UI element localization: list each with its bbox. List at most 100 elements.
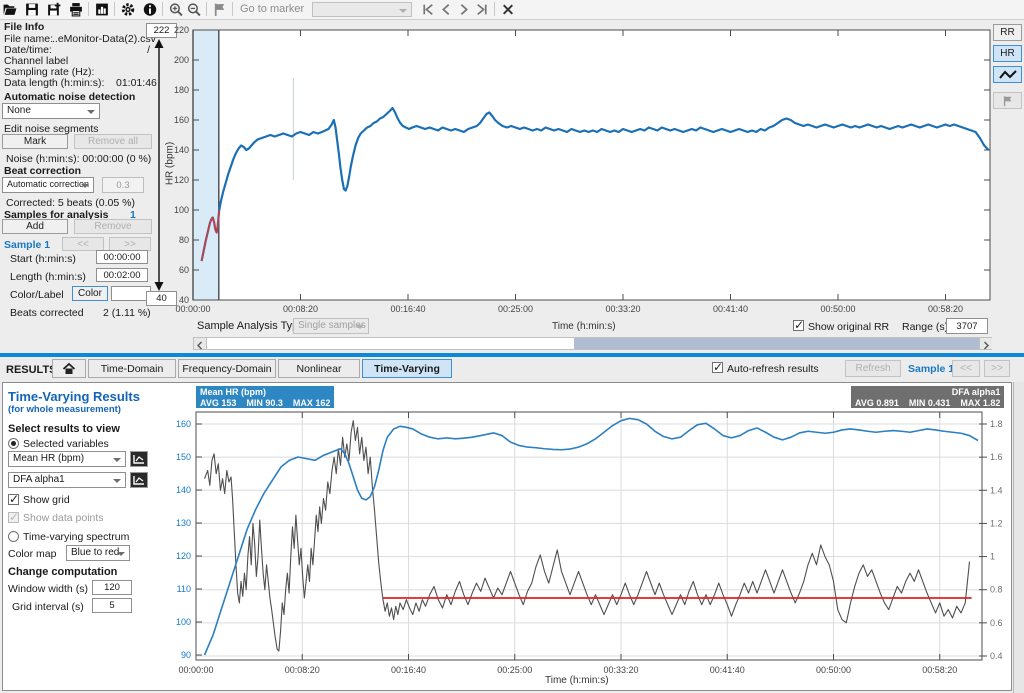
svg-text:00:41:40: 00:41:40 [713,304,748,314]
svg-text:0.8: 0.8 [990,585,1003,595]
show-data-points-checkbox[interactable] [8,512,19,523]
variable1-axes-button[interactable] [130,451,148,467]
show-original-rr-checkbox[interactable] [793,320,804,331]
toolbar-separator [206,2,207,16]
beat-correction-dropdown[interactable]: Automatic correction [2,177,94,193]
corrected-info: Corrected: 5 beats (0.05 %) [6,198,135,209]
scrollbar-thumb[interactable] [574,338,979,349]
remove-all-button-label: Remove all [88,136,138,147]
auto-refresh-checkbox[interactable] [712,362,723,373]
prev-sample-label: << [77,239,89,250]
tab-time-domain[interactable]: Time-Domain [88,359,176,378]
variable2-dropdown[interactable]: DFA alpha1 [8,472,126,488]
save-icon[interactable] [24,2,40,17]
trend-view-button[interactable] [993,66,1022,83]
results-sample-name: Sample 1 [908,364,954,375]
nav-last-marker-icon[interactable] [474,2,490,17]
variable1-dropdown[interactable]: Mean HR (bpm) [8,451,126,467]
axes-icon [133,475,145,485]
color-map-dropdown[interactable]: Blue to red [66,545,130,561]
show-original-rr-label: Show original RR [808,322,889,333]
show-grid-checkbox[interactable] [8,494,19,505]
svg-text:0.4: 0.4 [990,651,1003,661]
marker-flag-icon[interactable] [212,2,228,17]
svg-text:120: 120 [176,551,191,561]
tab-frequency-domain[interactable]: Frequency-Domain [178,359,276,378]
rr-button-label: RR [1000,27,1014,38]
kubios-hrv-window: Go to marker File Info File name: ..eMon… [0,0,1024,693]
svg-text:130: 130 [176,518,191,528]
tab-time-varying[interactable]: Time-Varying [362,359,452,378]
refresh-button[interactable]: Refresh [845,360,901,377]
hr-overview-chart[interactable]: 40608010012014016018020022000:00:0000:08… [138,18,998,318]
correction-threshold-value: 0.3 [116,180,129,191]
window-width-value: 120 [104,582,120,593]
refresh-button-label: Refresh [855,363,890,374]
nav-prev-marker-icon[interactable] [438,2,454,17]
grid-interval-field[interactable]: 5 [92,598,132,613]
scrollbar-right-arrow[interactable] [979,338,992,349]
length-value: 00:02:00 [104,270,141,281]
beat-correction-title: Beat correction [4,166,81,177]
noise-info: Noise (h:min:s): 00:00:00 (0 %) [6,154,151,165]
noise-detection-dropdown[interactable]: None [2,103,100,119]
hr-view-button[interactable]: HR [993,45,1022,62]
tab-home[interactable] [52,359,86,378]
nav-first-marker-icon[interactable] [420,2,436,17]
save-as-icon[interactable] [46,2,62,17]
color-map-value: Blue to red [71,547,119,558]
svg-text:1.6: 1.6 [990,452,1003,462]
scrollbar-left-arrow[interactable] [194,338,207,349]
rr-view-button[interactable]: RR [993,24,1022,41]
svg-text:00:08:20: 00:08:20 [285,665,320,675]
toolbar-separator [494,2,495,16]
svg-text:60: 60 [179,265,189,275]
range-field[interactable]: 3707 [946,318,988,334]
svg-text:220: 220 [174,25,189,35]
svg-text:1.4: 1.4 [990,485,1003,495]
zoom-out-icon[interactable] [186,2,202,17]
zoom-in-icon[interactable] [168,2,184,17]
svg-text:1: 1 [990,552,995,562]
report-icon[interactable] [94,2,110,17]
chart-scrollbar[interactable] [193,337,992,350]
mark-button[interactable]: Mark [2,134,68,149]
sample-analysis-type-label: Sample Analysis Type [197,321,304,332]
svg-text:00:00:00: 00:00:00 [178,665,213,675]
tv-spectrum-radio[interactable] [8,531,19,542]
marker-view-button[interactable] [993,92,1022,109]
svg-text:100: 100 [176,617,191,627]
tab-nonlinear[interactable]: Nonlinear [278,359,360,378]
marker-dropdown[interactable] [312,2,412,17]
window-width-field[interactable]: 120 [92,580,132,595]
toolbar-separator [232,2,233,16]
sample-name: Sample 1 [4,240,50,251]
svg-text:160: 160 [176,419,191,429]
svg-text:00:25:00: 00:25:00 [497,665,532,675]
close-icon[interactable] [500,2,516,17]
settings-gear-icon[interactable] [120,2,136,17]
svg-text:00:58:20: 00:58:20 [928,304,963,314]
noise-detection-title: Automatic noise detection [4,92,135,103]
selected-variables-radio[interactable] [8,438,19,449]
print-icon[interactable] [68,2,84,17]
prev-sample-button[interactable]: << [62,237,104,251]
add-sample-button[interactable]: Add [2,219,68,234]
variable2-axes-button[interactable] [130,472,148,488]
results-title: RESULTS [6,365,57,376]
time-axis-label-top: Time (h:min:s) [552,321,616,332]
color-button-label: Color [78,288,102,299]
tv-spectrum-label: Time-varying spectrum [23,532,129,543]
open-file-icon[interactable] [2,2,18,17]
tv-results-title: Time-Varying Results [8,389,140,404]
color-map-label: Color map [8,549,56,560]
results-next-button[interactable]: >> [984,360,1010,377]
toolbar-separator [162,2,163,16]
color-button[interactable]: Color [72,286,108,301]
svg-text:00:16:40: 00:16:40 [391,665,426,675]
info-icon[interactable] [142,2,158,17]
tab-time-varying-label: Time-Varying [374,363,440,375]
nav-next-marker-icon[interactable] [456,2,472,17]
sample-analysis-type-dropdown[interactable]: Single samples [293,318,369,334]
results-prev-button[interactable]: << [952,360,980,377]
